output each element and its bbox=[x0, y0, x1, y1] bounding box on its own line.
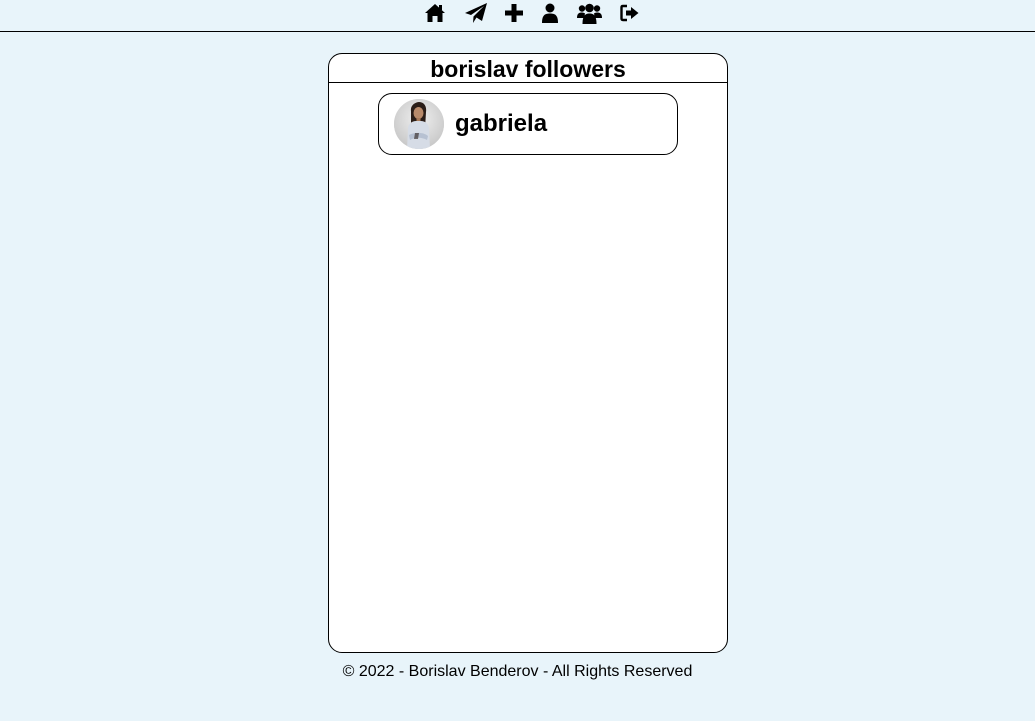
user-icon[interactable] bbox=[541, 1, 559, 25]
users-icon[interactable] bbox=[577, 1, 602, 25]
top-navigation bbox=[0, 0, 1035, 32]
paper-plane-icon[interactable] bbox=[464, 1, 488, 25]
page-title: borislav followers bbox=[329, 54, 727, 83]
home-icon[interactable] bbox=[424, 1, 446, 25]
sign-out-icon[interactable] bbox=[620, 1, 640, 25]
plus-icon[interactable] bbox=[505, 1, 523, 25]
footer: © 2022 - Borislav Benderov - All Rights … bbox=[342, 663, 693, 680]
follower-name[interactable]: gabriela bbox=[455, 94, 547, 154]
avatar[interactable] bbox=[394, 99, 444, 149]
followers-card: borislav followers gabriela bbox=[328, 53, 728, 653]
follower-item[interactable]: gabriela bbox=[378, 93, 678, 155]
